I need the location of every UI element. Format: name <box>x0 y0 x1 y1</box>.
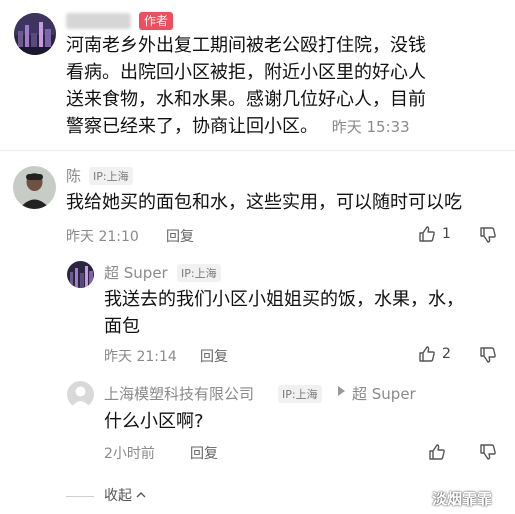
author-badge: 作者 <box>139 12 174 30</box>
city-night-avatar-image <box>14 13 56 55</box>
reply-like-button-super[interactable]: 2 <box>418 345 451 363</box>
city-night-avatar-image <box>67 261 94 288</box>
commenter-ip-badge: IP:上海 <box>89 167 133 185</box>
collapse-label: 收起 <box>104 488 132 504</box>
chevron-up-icon <box>136 492 146 498</box>
reply-ip-badge-super: IP:上海 <box>177 264 221 282</box>
reply-ip-badge-company: IP:上海 <box>278 385 322 403</box>
comment-reply-button[interactable]: 回复 <box>166 226 194 246</box>
collapse-divider-line <box>66 496 94 497</box>
reply-text-super: 我送去的我们小区小姐姐买的饭，水果，水，面包 <box>104 289 464 337</box>
reply-avatar-super[interactable] <box>67 261 94 288</box>
comment-like-count: 1 <box>442 226 451 242</box>
reply-to-name[interactable]: 超 Super <box>352 383 416 404</box>
person-avatar-image <box>13 166 56 209</box>
reply-reply-button-super[interactable]: 回复 <box>200 346 228 366</box>
post-divider <box>0 150 515 151</box>
reply-like-button-company[interactable] <box>428 443 446 461</box>
reply-time-company: 2小时前 <box>104 446 155 462</box>
reply-text-company: 什么小区啊? <box>104 411 204 432</box>
post-text: 河南老乡外出复工期间被老公殴打住院，没钱看病。出院回小区被拒，附近小区里的好心人… <box>66 32 442 141</box>
like-icon <box>419 226 435 242</box>
reply-dislike-button-company[interactable] <box>479 443 497 461</box>
reply-name-super[interactable]: 超 Super <box>104 262 168 283</box>
reply-name-company[interactable]: 上海模塑科技有限公司 <box>104 383 254 404</box>
collapse-button[interactable]: 收起 <box>104 485 147 505</box>
comment-like-button[interactable]: 1 <box>418 225 451 243</box>
reply-avatar-company[interactable] <box>67 381 94 408</box>
watermark: 淡烟霏霏 <box>432 490 493 508</box>
dislike-icon <box>480 227 496 243</box>
reply-dislike-button-super[interactable] <box>479 346 497 364</box>
default-avatar-icon <box>67 381 94 408</box>
author-name-blurred <box>66 13 131 29</box>
comment-time: 昨天 21:10 <box>66 229 139 245</box>
reply-time-super: 昨天 21:14 <box>104 349 177 365</box>
post-time: 昨天 15:33 <box>331 118 410 136</box>
like-icon <box>419 346 435 362</box>
commenter-avatar[interactable] <box>13 166 56 209</box>
dislike-icon <box>480 444 496 460</box>
author-avatar[interactable] <box>14 13 56 55</box>
reply-like-count-super: 2 <box>442 346 451 362</box>
commenter-name[interactable]: 陈 <box>66 165 81 186</box>
play-arrow-icon <box>338 386 345 396</box>
reply-reply-button-company[interactable]: 回复 <box>190 443 218 463</box>
dislike-icon <box>480 347 496 363</box>
comment-text: 我给她买的面包和水，这些实用，可以随时可以吃 <box>66 192 462 213</box>
like-icon <box>429 444 445 460</box>
comment-dislike-button[interactable] <box>479 226 497 244</box>
